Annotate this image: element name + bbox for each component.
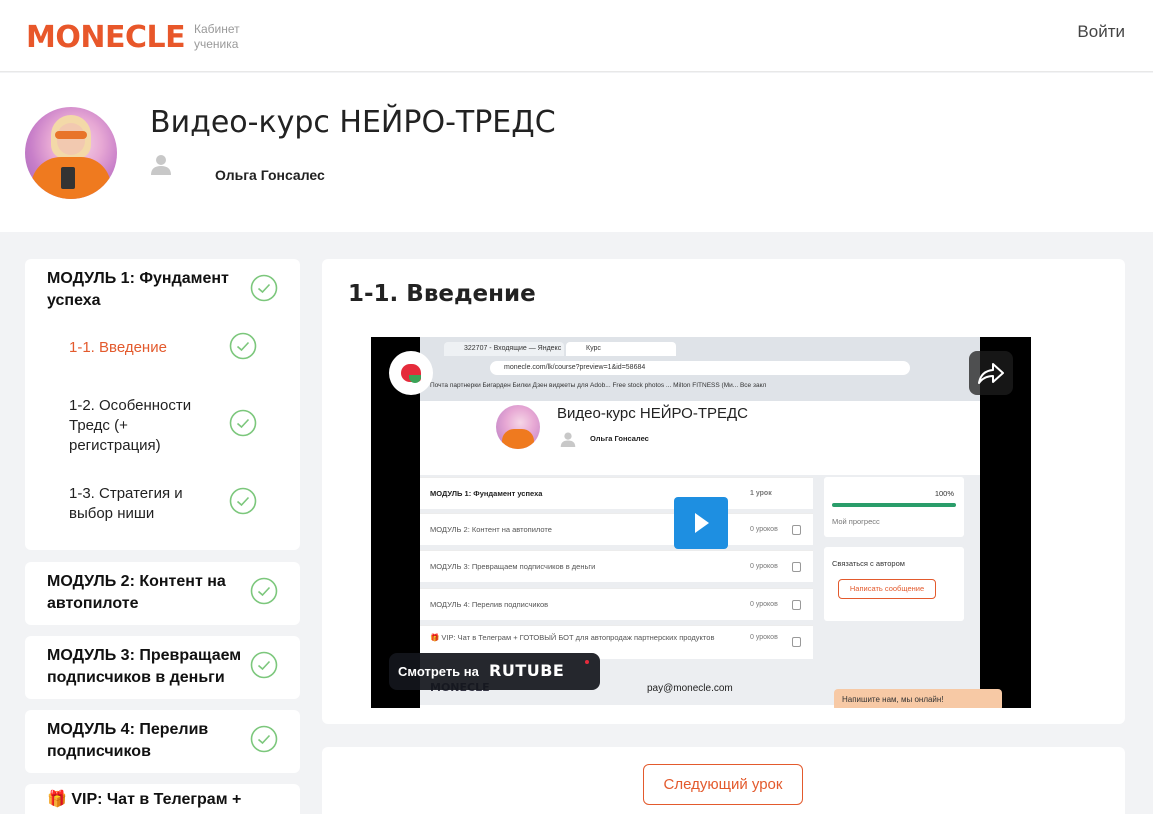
check-circle-icon [250,577,278,605]
check-circle-icon [250,725,278,753]
lesson-item-1-1[interactable]: 1-1. Введение [69,338,219,358]
play-button[interactable] [674,497,728,549]
rutube-wordmark: RUTUBE [489,661,565,680]
inner-progress-panel: 100% Мой прогресс [824,477,964,537]
inner-row: МОДУЛЬ 3: Превращаем подписчиков в деньг… [420,550,813,582]
inner-row: МОДУЛЬ 1: Фундамент успеха 1 урок [420,477,813,509]
login-link[interactable]: Войти [1077,22,1125,42]
bookmarks-bar: Почта партнерки Бигарден Билки Дзен видж… [430,382,767,389]
inner-progress-percent: 100% [934,489,954,498]
inner-row: МОДУЛЬ 4: Перелив подписчиков 0 уроков [420,588,813,620]
module-card-4[interactable]: МОДУЛЬ 4: Перелив подписчиков [25,710,300,773]
inner-row-count: 0 уроков [750,563,778,570]
inner-footer-email: pay@monecle.com [647,683,733,694]
inner-row-title: 🎁 VIP: Чат в Телеграм + ГОТОВЫЙ БОТ для … [430,633,715,642]
inner-progress-label: Мой прогресс [832,517,880,526]
inner-progress-bar [832,503,956,507]
module-title[interactable]: МОДУЛЬ 3: Превращаем подписчиков в деньг… [47,645,252,689]
user-icon [560,432,576,447]
browser-tab: 322707 - Входящие — Яндекс [444,342,564,356]
browser-tab: Курс [566,342,676,356]
inner-row-title: МОДУЛЬ 3: Превращаем подписчиков в деньг… [430,562,596,571]
inner-title: Видео-курс НЕЙРО-ТРЕДС [557,405,749,422]
user-icon [151,155,171,175]
module-card-2[interactable]: МОДУЛЬ 2: Контент на автопилоте [25,562,300,625]
course-title: Видео-курс НЕЙРО-ТРЕДС [150,105,556,140]
lock-icon [792,562,801,572]
inner-author: Ольга Гонсалес [590,434,649,443]
course-header: Видео-курс НЕЙРО-ТРЕДС Ольга Гонсалес [0,73,1153,232]
lesson-item-1-3[interactable]: 1-3. Стратегия и выбор ниши [69,484,209,524]
check-circle-icon [229,409,257,437]
logo[interactable]: MONECLE [26,22,186,54]
top-bar: MONECLE Кабинет ученика Войти [0,0,1153,72]
lock-icon [792,525,801,535]
video-player[interactable]: 322707 - Входящие — Яндекс Курс monecle.… [371,337,1031,708]
check-circle-icon [229,487,257,515]
check-circle-icon [229,332,257,360]
lesson-card: 1-1. Введение 322707 - Входящие — Яндекс… [322,259,1125,724]
logo-subtitle-line1: Кабинет [194,22,240,36]
inner-chat-bubble: Напишите нам, мы онлайн! [834,689,1002,708]
course-avatar [25,107,117,199]
next-lesson-button[interactable]: Следующий урок [643,764,803,805]
inner-row-title: МОДУЛЬ 1: Фундамент успеха [430,489,543,498]
next-lesson-card: Следующий урок [322,747,1125,814]
watch-on-label: Смотреть на [398,664,479,679]
logo-subtitle-line2: ученика [194,37,239,51]
watch-on-rutube-button[interactable]: Смотреть на RUTUBE [389,653,600,690]
inner-row-title: МОДУЛЬ 4: Перелив подписчиков [430,600,549,609]
module-title[interactable]: МОДУЛЬ 2: Контент на автопилоте [47,571,247,615]
module-title[interactable]: МОДУЛЬ 1: Фундамент успеха [47,268,247,312]
module-title[interactable]: 🎁 VIP: Чат в Телеграм + [47,789,287,811]
lock-icon [792,637,801,647]
inner-row-count: 1 урок [750,490,772,497]
rutube-dot [585,660,589,664]
author-name[interactable]: Ольга Гонсалес [215,167,325,183]
browser-bar: 322707 - Входящие — Яндекс Курс monecle.… [420,337,980,401]
url-bar: monecle.com/lk/course?preview=1&id=58684 [490,361,910,375]
logo-subtitle: Кабинет ученика [194,22,240,52]
share-button[interactable] [969,351,1013,395]
inner-contact-panel: Связаться с автором Написать сообщение [824,547,964,621]
inner-row-count: 0 уроков [750,634,778,641]
inner-row-title: МОДУЛЬ 2: Контент на автопилоте [430,525,552,534]
lesson-heading: 1-1. Введение [348,281,536,307]
module-card-1: МОДУЛЬ 1: Фундамент успеха 1-1. Введение… [25,259,300,550]
module-card-vip[interactable]: 🎁 VIP: Чат в Телеграм + [25,784,300,814]
lock-icon [792,600,801,610]
share-arrow-icon [978,363,1004,384]
lesson-item-1-2[interactable]: 1-2. Особенности Тредс (+ регистрация) [69,396,209,456]
rutube-logo-icon[interactable] [389,351,433,395]
inner-contact-button: Написать сообщение [838,579,936,599]
inner-avatar [496,405,540,449]
inner-contact-label: Связаться с автором [832,559,905,568]
inner-row: МОДУЛЬ 2: Контент на автопилоте 0 уроков [420,513,813,545]
module-title[interactable]: МОДУЛЬ 4: Перелив подписчиков [47,719,247,763]
module-card-3[interactable]: МОДУЛЬ 3: Превращаем подписчиков в деньг… [25,636,300,699]
check-circle-icon [250,651,278,679]
inner-row-count: 0 уроков [750,526,778,533]
check-circle-icon [250,274,278,302]
inner-row-count: 0 уроков [750,601,778,608]
